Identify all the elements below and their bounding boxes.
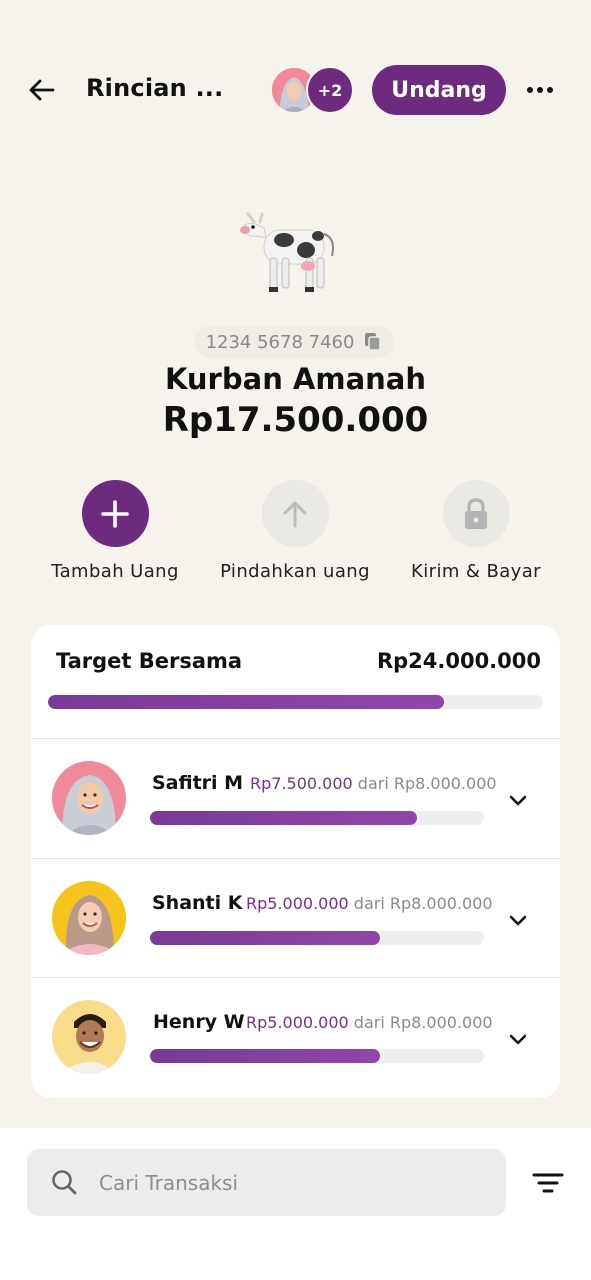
member-name: Safitri M [152,772,244,794]
member-row[interactable]: Safitri M Rp7.500.000 dari Rp8.000.000 [31,739,560,858]
member-row[interactable]: Henry W Rp5.000.000 dari Rp8.000.000 [31,977,560,1096]
chevron-down-icon[interactable] [507,789,529,811]
man-avatar-icon [52,1000,126,1074]
copy-icon[interactable] [364,332,382,352]
target-progress-bar [48,695,543,709]
member-amount: Rp7.500.000 dari Rp8.000.000 [250,774,497,793]
member-progress-bar [150,811,484,825]
move-money-label: Pindahkan uang [220,561,370,582]
back-arrow-icon[interactable] [26,74,58,106]
member-amount: Rp5.000.000 dari Rp8.000.000 [246,894,493,913]
target-progress-fill [48,695,444,709]
woman-hijab-avatar-icon [52,881,126,955]
member-amount: Rp5.000.000 dari Rp8.000.000 [246,1013,493,1032]
chevron-down-icon[interactable] [507,909,529,931]
search-input[interactable] [99,1149,489,1216]
add-money-label: Tambah Uang [51,561,179,582]
more-options-icon[interactable] [522,74,558,106]
send-pay-button[interactable]: Kirim & Bayar [381,480,571,582]
member-progress-fill [150,931,381,945]
member-name: Shanti K [152,892,243,914]
member-of-target: dari Rp8.000.000 [353,894,493,913]
member-row[interactable]: Shanti K Rp5.000.000 dari Rp8.000.000 [31,858,560,977]
account-number-pill[interactable]: 1234 5678 7460 [194,326,394,358]
woman-hijab-avatar-icon [52,761,126,835]
member-progress-bar [150,1049,484,1063]
filter-icon[interactable] [530,1168,566,1198]
plus-icon [81,480,149,547]
extra-members-badge: +2 [306,66,354,114]
pocket-name: Kurban Amanah [164,362,427,396]
pocket-balance: Rp17.500.000 [162,400,429,440]
member-current: Rp5.000.000 [246,894,349,913]
cow-icon [240,212,334,292]
page-title: Rincian ... [86,74,224,102]
top-bar: Rincian ... +2 Undang [0,60,591,120]
avatar [52,761,126,835]
send-pay-label: Kirim & Bayar [411,561,541,582]
invite-button[interactable]: Undang [372,65,506,115]
member-avatars[interactable]: +2 [270,66,356,116]
member-of-target: dari Rp8.000.000 [353,1013,493,1032]
member-current: Rp7.500.000 [250,774,353,793]
lock-icon [442,480,510,547]
member-progress-bar [150,931,484,945]
member-current: Rp5.000.000 [246,1013,349,1032]
avatar [52,1000,126,1074]
member-of-target: dari Rp8.000.000 [357,774,497,793]
search-box[interactable] [27,1149,506,1216]
member-progress-fill [150,811,418,825]
move-money-button[interactable]: Pindahkan uang [200,480,390,582]
member-progress-fill [150,1049,381,1063]
chevron-down-icon[interactable] [507,1028,529,1050]
arrow-up-icon [261,480,329,547]
member-name: Henry W [153,1011,245,1033]
target-title: Target Bersama [56,649,243,673]
action-row: Tambah Uang Pindahkan uang Kirim & Bayar [0,480,591,590]
target-amount: Rp24.000.000 [376,649,541,673]
account-number: 1234 5678 7460 [205,331,355,353]
add-money-button[interactable]: Tambah Uang [20,480,210,582]
bottom-search-bar [0,1128,591,1280]
search-icon [52,1170,77,1195]
shared-target-card: Target Bersama Rp24.000.000 Safitri M Rp… [31,625,560,1098]
target-summary: Target Bersama Rp24.000.000 [31,625,560,739]
avatar [52,881,126,955]
